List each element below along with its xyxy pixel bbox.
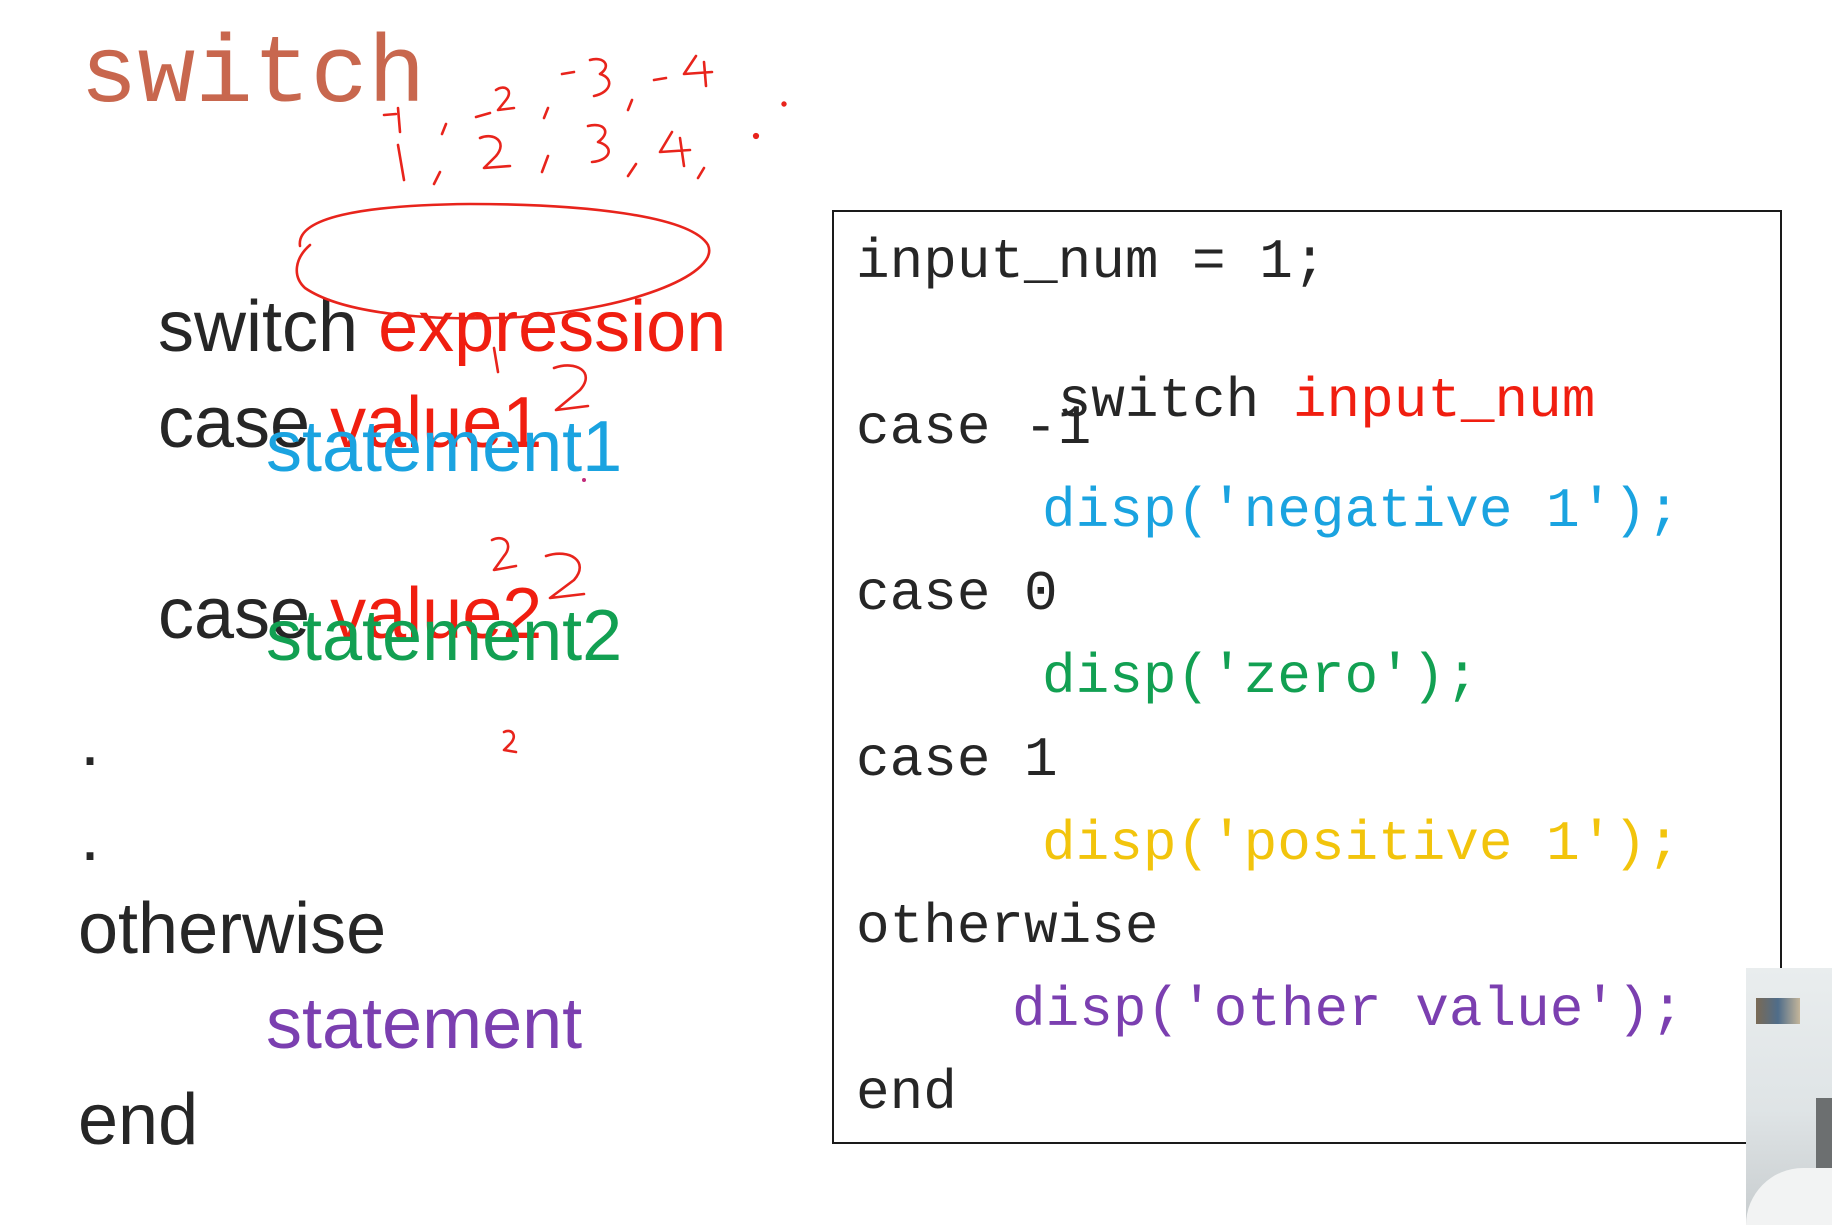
- code-line-otherwise: otherwise: [856, 895, 1159, 959]
- ink-minus: [474, 111, 492, 119]
- code-disp-zero: disp('zero');: [1042, 645, 1479, 709]
- syntax-ellipsis-dot: .: [80, 796, 101, 876]
- ink-comma: [540, 154, 550, 174]
- ink-digit-two: [502, 729, 518, 754]
- ink-comma: [626, 98, 634, 112]
- ink-comma: [626, 162, 638, 178]
- ink-digit-two: [544, 552, 586, 600]
- ink-digit-four: [658, 130, 692, 168]
- ink-comma: [432, 170, 442, 186]
- webcam-floor: [1746, 1168, 1832, 1225]
- code-line-case-zero: case 0: [856, 562, 1058, 626]
- ink-digit-four: [682, 54, 714, 88]
- ink-minus: [560, 70, 576, 76]
- code-example-box: input_num = 1; switch input_num case -1 …: [832, 210, 1782, 1144]
- syntax-keyword-otherwise: otherwise: [78, 889, 387, 969]
- ink-digit-one: [396, 143, 406, 182]
- code-disp-positive: disp('positive 1');: [1042, 812, 1681, 876]
- code-line-case-one: case 1: [856, 728, 1058, 792]
- code-line-case-neg1: case -1: [856, 396, 1092, 460]
- ink-digit-three: [586, 123, 610, 164]
- code-switch-variable: input_num: [1292, 369, 1596, 433]
- ink-minus: [652, 76, 668, 82]
- ink-dot: [781, 101, 787, 107]
- lecture-slide: switch switch expression case value1 sta…: [0, 0, 1832, 1225]
- code-disp-other: disp('other value');: [1012, 978, 1685, 1042]
- code-disp-negative: disp('negative 1');: [1042, 479, 1681, 543]
- code-line-assign: input_num = 1;: [856, 230, 1327, 294]
- ink-comma: [440, 122, 448, 136]
- slide-title: switch: [80, 21, 426, 130]
- code-keyword-switch: switch: [1057, 369, 1293, 433]
- ink-dot: [752, 132, 760, 140]
- ink-comma: [542, 106, 550, 120]
- code-line-end: end: [856, 1061, 957, 1125]
- syntax-statement2: statement2: [266, 596, 623, 676]
- ink-comma: [696, 166, 706, 180]
- syntax-keyword-end: end: [78, 1080, 199, 1160]
- syntax-statement1: statement1: [266, 407, 623, 487]
- ink-digit-two: [494, 86, 516, 112]
- webcam-wall-picture: [1756, 998, 1800, 1024]
- syntax-ellipsis-dot: .: [80, 701, 101, 781]
- presenter-webcam-thumbnail: [1746, 968, 1832, 1225]
- ink-digit-three: [588, 57, 611, 98]
- syntax-statement-default: statement: [266, 984, 583, 1064]
- ink-digit-two: [478, 135, 512, 170]
